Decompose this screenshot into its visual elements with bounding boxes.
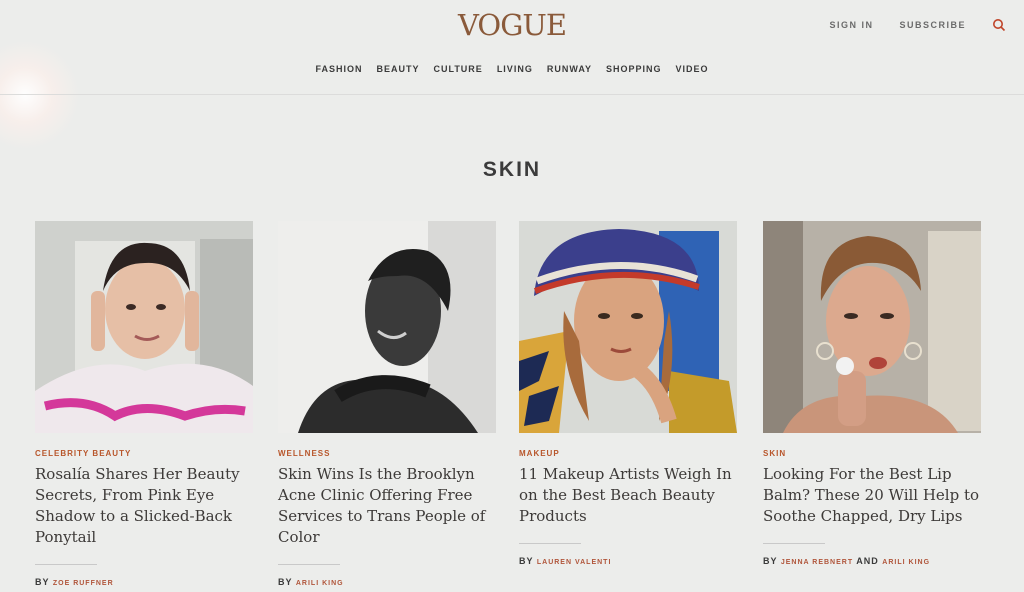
author-name[interactable]: JENNA REBNERT <box>781 559 853 566</box>
nav-living[interactable]: LIVING <box>497 64 533 74</box>
subscribe-link[interactable]: SUBSCRIBE <box>899 20 966 30</box>
nav-beauty[interactable]: BEAUTY <box>376 64 419 74</box>
article-byline: BY ARILI KING <box>278 577 496 587</box>
nav-culture[interactable]: CULTURE <box>433 64 482 74</box>
site-header: VOGUE SIGN IN SUBSCRIBE FASHION BEAUTY C… <box>0 0 1024 95</box>
article-image-lip-balm[interactable] <box>763 221 981 433</box>
article-image-rosalia[interactable] <box>35 221 253 433</box>
author-name[interactable]: ZOE RUFFNER <box>53 580 114 587</box>
article-grid: CELEBRITY BEAUTY Rosalía Shares Her Beau… <box>0 221 1024 592</box>
article-card[interactable]: CELEBRITY BEAUTY Rosalía Shares Her Beau… <box>35 221 253 587</box>
byline-prefix: BY <box>278 577 293 587</box>
nav-runway[interactable]: RUNWAY <box>547 64 592 74</box>
divider <box>763 543 825 544</box>
article-image-beach-beauty[interactable] <box>519 221 737 433</box>
article-headline[interactable]: Skin Wins Is the Brooklyn Acne Clinic Of… <box>278 464 496 548</box>
article-category[interactable]: MAKEUP <box>519 449 737 458</box>
byline-prefix: BY <box>519 556 534 566</box>
byline-prefix: BY <box>763 556 778 566</box>
article-category[interactable]: SKIN <box>763 449 981 458</box>
author-name[interactable]: LAUREN VALENTI <box>537 559 612 566</box>
article-headline[interactable]: 11 Makeup Artists Weigh In on the Best B… <box>519 464 737 527</box>
sign-in-link[interactable]: SIGN IN <box>829 20 873 30</box>
author-name-2[interactable]: ARILI KING <box>882 559 930 566</box>
main-nav: FASHION BEAUTY CULTURE LIVING RUNWAY SHO… <box>0 64 1024 74</box>
divider <box>519 543 581 544</box>
article-card[interactable]: SKIN Looking For the Best Lip Balm? Thes… <box>763 221 981 566</box>
article-byline: BY ZOE RUFFNER <box>35 577 253 587</box>
article-category[interactable]: WELLNESS <box>278 449 496 458</box>
article-card[interactable]: MAKEUP 11 Makeup Artists Weigh In on the… <box>519 221 737 566</box>
article-headline[interactable]: Rosalía Shares Her Beauty Secrets, From … <box>35 464 253 548</box>
article-headline[interactable]: Looking For the Best Lip Balm? These 20 … <box>763 464 981 527</box>
divider <box>278 564 340 565</box>
article-image-skin-wins[interactable] <box>278 221 496 433</box>
search-icon[interactable] <box>992 18 1006 32</box>
article-category[interactable]: CELEBRITY BEAUTY <box>35 449 253 458</box>
nav-video[interactable]: VIDEO <box>676 64 709 74</box>
author-name[interactable]: ARILI KING <box>296 580 344 587</box>
byline-prefix: BY <box>35 577 50 587</box>
nav-fashion[interactable]: FASHION <box>315 64 362 74</box>
article-byline: BY LAUREN VALENTI <box>519 556 737 566</box>
byline-and: AND <box>856 556 879 566</box>
header-utilities: SIGN IN SUBSCRIBE <box>829 18 1006 32</box>
article-byline: BY JENNA REBNERT AND ARILI KING <box>763 556 981 566</box>
divider <box>35 564 97 565</box>
article-card[interactable]: WELLNESS Skin Wins Is the Brooklyn Acne … <box>278 221 496 587</box>
nav-shopping[interactable]: SHOPPING <box>606 64 662 74</box>
section-title: SKIN <box>482 158 542 181</box>
